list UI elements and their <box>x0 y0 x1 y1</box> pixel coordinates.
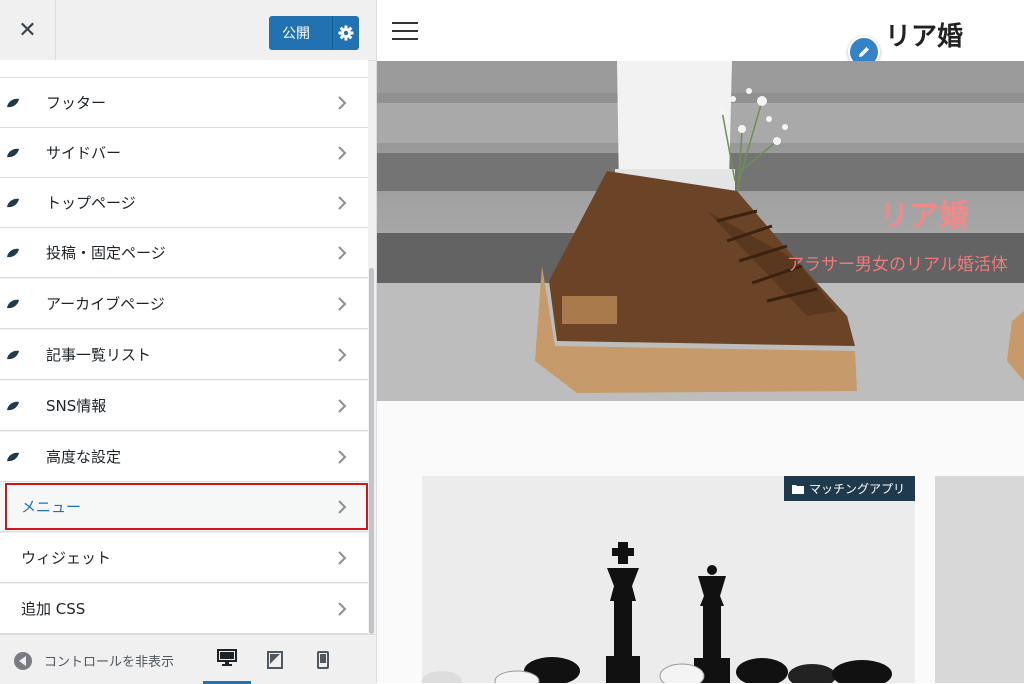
site-header: リア婚 <box>377 0 1024 68</box>
site-preview: リア婚 リア婚 アラサー男女のリアル婚活体 マッチングアプリ <box>377 0 1024 683</box>
panel-item-label: 高度な設定 <box>46 448 122 466</box>
leaf-icon <box>7 452 19 461</box>
category-badge[interactable]: マッチングアプリ <box>783 476 915 501</box>
panel-scrollbar[interactable] <box>369 268 374 634</box>
panel-item-sidebar[interactable]: サイドバー <box>0 128 368 178</box>
panel-item-label: ウィジェット <box>21 549 112 567</box>
chevron-right-icon <box>338 195 347 210</box>
panel-item-label: アーカイブページ <box>46 295 165 313</box>
panel-item-menus[interactable]: メニュー <box>0 482 368 532</box>
post-card[interactable] <box>935 476 1024 683</box>
hamburger-menu-icon[interactable] <box>392 22 418 42</box>
leaf-icon <box>7 98 19 107</box>
leaf-icon <box>7 350 19 359</box>
pencil-icon <box>859 47 869 57</box>
sidebar-footer: コントロールを非表示 <box>0 634 376 684</box>
chevron-right-icon <box>338 499 347 514</box>
panel-item-footer[interactable]: フッター <box>0 78 368 128</box>
chevron-right-icon <box>338 449 347 464</box>
preview-desktop-button[interactable] <box>203 635 251 684</box>
hero-subtitle: アラサー男女のリアル婚活体 <box>787 255 1008 275</box>
gear-icon <box>338 25 354 41</box>
collapse-label: コントロールを非表示 <box>44 655 175 670</box>
panel-item-advanced[interactable]: 高度な設定 <box>0 432 368 482</box>
site-title[interactable]: リア婚 <box>885 16 963 53</box>
publish-settings-button[interactable] <box>333 25 359 41</box>
mobile-icon <box>317 650 329 669</box>
chevron-right-icon <box>338 398 347 413</box>
close-button[interactable]: ✕ <box>0 0 56 60</box>
preview-mobile-button[interactable] <box>299 635 347 684</box>
leaf-icon <box>7 148 19 157</box>
chevron-right-icon <box>336 60 348 61</box>
tablet-icon <box>267 650 283 669</box>
arrow-left-circle-icon <box>14 651 32 670</box>
leaf-icon <box>7 401 19 410</box>
chevron-right-icon <box>338 550 347 565</box>
hero-image: リア婚 アラサー男女のリアル婚活体 <box>377 61 1024 401</box>
customizer-panel-list: フッター サイドバー トップページ 投稿・固定ページ アーカイブページ 記事一覧… <box>0 60 368 634</box>
desktop-icon <box>217 649 237 666</box>
leaf-icon <box>7 198 19 207</box>
panel-item-label: サイドバー <box>46 144 122 162</box>
panel-item-archive[interactable]: アーカイブページ <box>0 279 368 329</box>
post-card[interactable]: マッチングアプリ <box>422 476 915 683</box>
panel-item-sns[interactable]: SNS情報 <box>0 381 368 431</box>
chevron-right-icon <box>338 95 347 110</box>
chevron-right-icon <box>338 601 347 616</box>
panel-item-label: メニュー <box>21 498 82 516</box>
panel-item-label: 投稿・固定ページ <box>46 244 166 262</box>
publish-button[interactable]: 公開 <box>269 16 359 50</box>
panel-item-label: 記事一覧リスト <box>46 346 152 364</box>
leaf-icon <box>7 299 19 308</box>
close-icon: ✕ <box>18 17 37 43</box>
panel-item-widgets[interactable]: ウィジェット <box>0 533 368 583</box>
chevron-right-icon <box>338 347 347 362</box>
leaf-icon <box>7 248 19 257</box>
collapse-sidebar-button[interactable]: コントロールを非表示 <box>14 651 194 670</box>
panel-item-article-list[interactable]: 記事一覧リスト <box>0 330 368 380</box>
hero-title: リア婚 <box>879 199 969 234</box>
panel-item-label: 追加 CSS <box>21 600 86 618</box>
chevron-right-icon <box>338 296 347 311</box>
panel-item-additional-css[interactable]: 追加 CSS <box>0 584 368 634</box>
folder-icon <box>791 484 804 494</box>
panel-item-label: フッター <box>46 94 107 112</box>
chevron-right-icon <box>338 145 347 160</box>
chess-photo <box>422 476 915 683</box>
publish-label: 公開 <box>282 26 310 42</box>
panel-item-partial[interactable] <box>0 60 368 78</box>
panel-item-label: トップページ <box>46 194 136 212</box>
category-label: マッチングアプリ <box>808 482 905 496</box>
panel-item-label: SNS情報 <box>46 397 107 415</box>
sidebar-header: ✕ 公開 <box>0 0 376 61</box>
preview-tablet-button[interactable] <box>251 635 299 684</box>
chevron-right-icon <box>338 245 347 260</box>
panel-item-posts-pages[interactable]: 投稿・固定ページ <box>0 228 368 278</box>
customizer-sidebar: ✕ 公開 フッター サイドバー トップページ 投稿・固定ページ アーカイブページ… <box>0 0 377 684</box>
panel-item-top-page[interactable]: トップページ <box>0 178 368 228</box>
